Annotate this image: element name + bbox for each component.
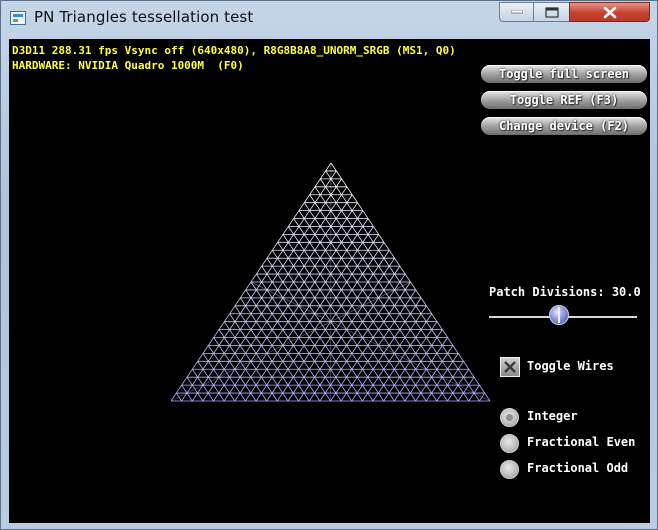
tessellated-triangle-mesh (170, 162, 491, 402)
median-fold-line (330, 162, 332, 402)
change-device-button[interactable]: Change device (F2) (481, 117, 647, 135)
radio-fractional-odd-label: Fractional Odd (527, 461, 629, 475)
toggle-full-screen-button[interactable]: Toggle full screen (481, 65, 647, 83)
minimize-button[interactable] (499, 2, 534, 22)
app-icon (10, 11, 26, 25)
render-viewport[interactable]: D3D11 288.31 fps Vsync off (640x480), R8… (9, 39, 650, 523)
radio-integer-label: Integer (527, 409, 578, 423)
close-icon (603, 6, 616, 18)
slider-thumb[interactable] (548, 305, 569, 325)
radio-fractional-odd[interactable] (500, 460, 519, 479)
maximize-icon (544, 6, 559, 18)
app-window: PN Triangles tessellation test D3D11 288… (0, 0, 658, 530)
maximize-button[interactable] (533, 2, 570, 22)
title-bar[interactable]: PN Triangles tessellation test (1, 1, 657, 37)
toggle-wires-label: Toggle Wires (527, 359, 614, 373)
close-button[interactable] (569, 2, 650, 22)
minimize-icon (510, 10, 523, 14)
radio-integer[interactable] (500, 408, 519, 427)
patch-divisions-label: Patch Divisions: 30.0 (489, 285, 641, 299)
toggle-wires-checkbox[interactable] (500, 357, 520, 377)
radio-fractional-even-label: Fractional Even (527, 435, 636, 449)
window-title: PN Triangles tessellation test (34, 8, 254, 26)
wireframe-lines (170, 162, 491, 402)
stats-line-fps: D3D11 288.31 fps Vsync off (640x480), R8… (12, 44, 456, 57)
radio-fractional-even[interactable] (500, 434, 519, 453)
stats-line-hardware: HARDWARE: NVIDIA Quadro 1000M (F0) (12, 59, 244, 72)
toggle-ref-button[interactable]: Toggle REF (F3) (481, 91, 647, 109)
checkmark-x-icon (504, 361, 516, 373)
